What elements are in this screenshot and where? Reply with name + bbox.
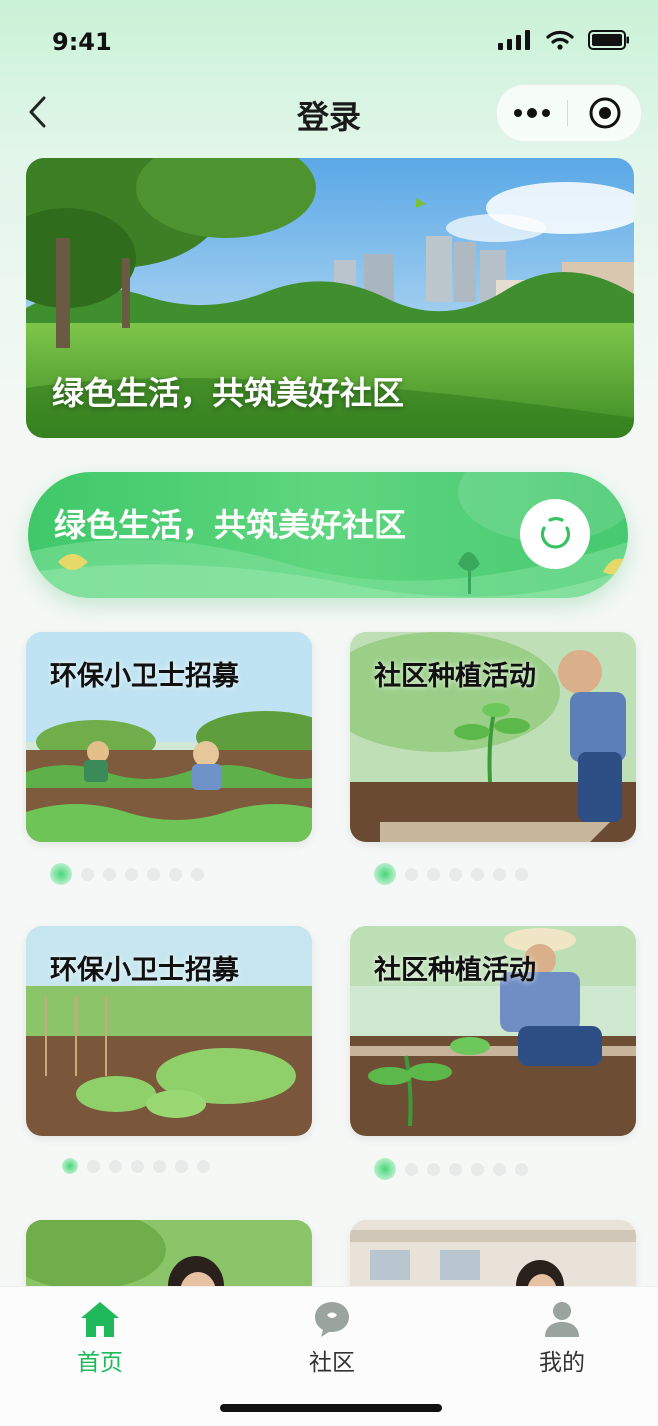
activity-card[interactable]: 环保小卫士招募 <box>26 926 312 1136</box>
refresh-circle-icon <box>520 499 590 569</box>
card-pagination <box>50 863 204 885</box>
chat-bubble-icon <box>315 1302 349 1337</box>
home-indicator <box>220 1404 442 1412</box>
tab-label: 首页 <box>77 1350 123 1376</box>
close-button[interactable] <box>568 96 641 130</box>
home-icon <box>81 1302 119 1337</box>
tab-home[interactable]: 首页 <box>40 1299 160 1377</box>
tab-label: 社区 <box>309 1350 355 1376</box>
card-pagination <box>374 863 528 885</box>
status-bar: 9:41 <box>0 0 658 80</box>
navigation-bar: 登录 <box>0 80 658 146</box>
slogan-banner[interactable]: 绿色生活，共筑美好社区 <box>28 472 628 598</box>
wifi-icon <box>546 30 574 50</box>
more-button[interactable] <box>497 108 567 118</box>
slogan-text: 绿色生活，共筑美好社区 <box>54 506 407 544</box>
card-title: 社区种植活动 <box>374 661 536 692</box>
card-title: 环保小卫士招募 <box>50 955 239 986</box>
more-dots-icon <box>514 108 550 118</box>
activity-card[interactable]: 社区种植活动 <box>350 632 636 842</box>
card-title: 社区种植活动 <box>374 955 536 986</box>
mini-program-capsule <box>496 84 642 142</box>
signal-icon <box>498 30 530 50</box>
tab-label: 我的 <box>539 1350 585 1376</box>
card-pagination <box>374 1158 528 1180</box>
status-time: 9:41 <box>52 28 112 56</box>
activity-card[interactable]: 环保小卫士招募 <box>26 632 312 842</box>
tab-profile[interactable]: 我的 <box>502 1299 622 1377</box>
activity-card[interactable]: 社区种植活动 <box>350 926 636 1136</box>
card-title: 环保小卫士招募 <box>50 661 239 692</box>
tab-community[interactable]: 社区 <box>272 1299 392 1377</box>
user-icon <box>545 1302 579 1337</box>
battery-icon <box>588 30 629 50</box>
hero-banner[interactable]: 绿色生活，共筑美好社区 <box>26 158 634 438</box>
slogan-action-button[interactable] <box>512 498 598 570</box>
card-pagination <box>62 1158 210 1174</box>
target-circle-icon <box>589 97 620 129</box>
banner-caption: 绿色生活，共筑美好社区 <box>52 374 405 412</box>
